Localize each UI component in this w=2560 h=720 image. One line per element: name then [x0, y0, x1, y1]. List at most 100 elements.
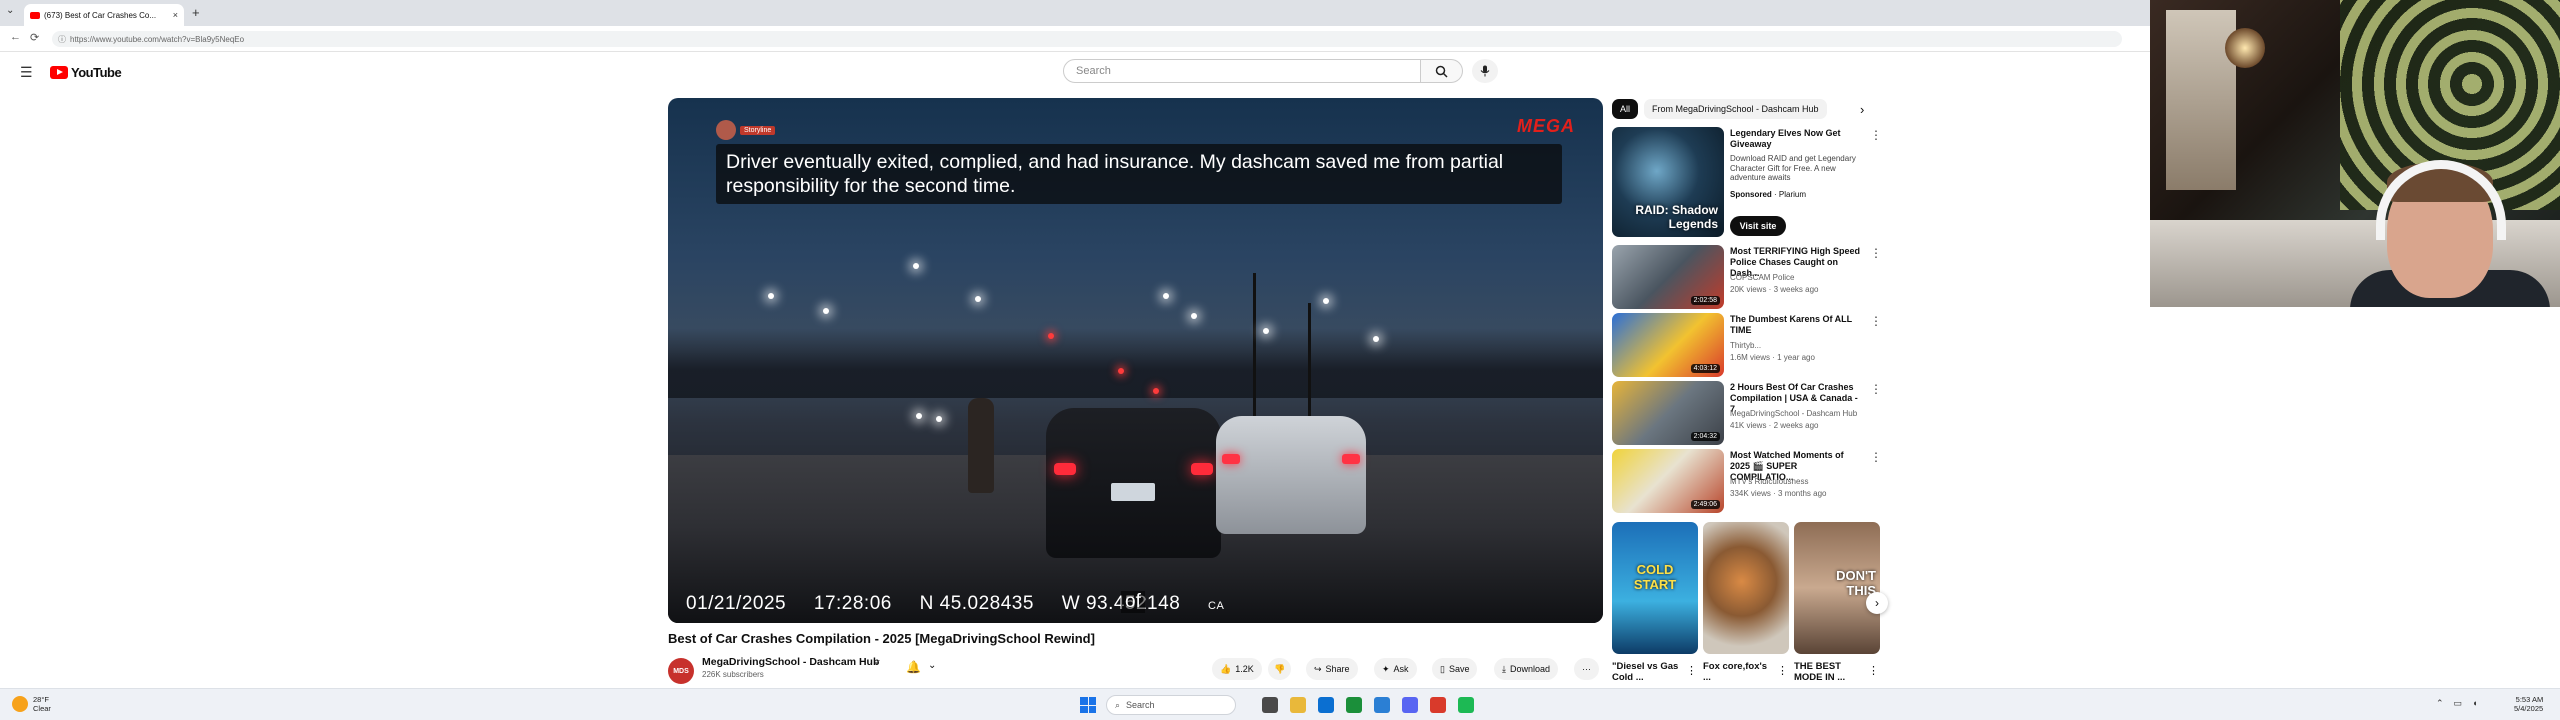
more-vertical-icon[interactable]: ⋮ [1686, 664, 1697, 677]
short-title[interactable]: Fox core,fox's ... [1703, 661, 1773, 683]
recommendation-channel[interactable]: MTV's Ridiculousness [1730, 477, 1808, 486]
taskbar: 28°F Clear ⌕ Search ⌃ ▭ ◖ 5:53 AM 5/4/20… [0, 688, 2560, 720]
more-vertical-icon[interactable]: ⋮ [1870, 246, 1882, 260]
weather-widget[interactable]: 28°F Clear [12, 695, 51, 713]
volume-icon[interactable]: ◖ [2472, 698, 2477, 709]
menu-icon[interactable]: ☰ [20, 64, 33, 81]
recommendation-meta: 1.6M views · 1 year ago [1730, 353, 1815, 362]
recommendation-channel[interactable]: Thirtyb... [1730, 341, 1761, 350]
store-icon[interactable] [1374, 697, 1390, 713]
tab-close-icon[interactable]: × [173, 10, 178, 20]
chevron-up-icon[interactable]: ⌃ [2436, 698, 2444, 709]
video-scene-light [1163, 293, 1169, 299]
tab-dropdown-icon[interactable]: ⌄ [6, 5, 14, 16]
more-vertical-icon[interactable]: ⋮ [1870, 314, 1882, 328]
more-vertical-icon[interactable]: ⋮ [1777, 664, 1788, 677]
sparkle-icon: ✦ [1382, 663, 1390, 674]
url-field[interactable]: ⓘ https://www.youtube.com/watch?v=Bla9y5… [52, 31, 2122, 47]
more-vertical-icon[interactable]: ⋮ [1868, 664, 1879, 677]
video-scene-trees [668, 328, 1603, 398]
task-view-icon[interactable] [1262, 697, 1278, 713]
download-button[interactable]: ⤓ Download [1494, 658, 1559, 680]
thumbs-up-icon: 👍 [1220, 663, 1232, 674]
shorts-next-button[interactable]: › [1866, 592, 1888, 614]
recommendation-channel[interactable]: MegaDrivingSchool - Dashcam Hub [1730, 409, 1857, 418]
recommendation-channel[interactable]: COPSCAM Police [1730, 273, 1794, 282]
windows-start-icon[interactable] [1080, 697, 1096, 713]
download-icon: ⤓ [1502, 663, 1506, 674]
channel-avatar[interactable]: MDS [668, 658, 694, 684]
visit-site-button[interactable]: Visit site [1730, 216, 1786, 236]
network-icon[interactable]: ▭ [2454, 698, 2463, 709]
discord-icon[interactable] [1402, 697, 1418, 713]
share-button[interactable]: ↪ Share [1306, 658, 1358, 680]
back-icon[interactable]: ← [10, 31, 21, 43]
duration-badge: 2:04:32 [1690, 432, 1720, 441]
chrome-icon[interactable] [1346, 697, 1362, 713]
reload-icon[interactable]: ⟳ [30, 31, 39, 44]
video-scene-traffic-light [1153, 388, 1159, 394]
more-vertical-icon[interactable]: ⋮ [1870, 450, 1882, 464]
spotify-icon[interactable] [1458, 697, 1474, 713]
save-button[interactable]: ▯ Save [1432, 658, 1478, 680]
tab-title: (673) Best of Car Crashes Co... [44, 10, 157, 20]
channel-name[interactable]: MegaDrivingSchool - Dashcam Hub [702, 656, 879, 668]
recommendation-thumbnail[interactable]: 4:03:12 [1612, 313, 1724, 377]
taskbar-search[interactable]: ⌕ Search [1106, 695, 1236, 715]
short-title[interactable]: "Diesel vs Gas Cold ... [1612, 661, 1682, 683]
more-actions-button[interactable]: ··· [1574, 658, 1599, 680]
chip-from-channel[interactable]: From MegaDrivingSchool - Dashcam Hub [1644, 99, 1827, 119]
video-scene-police-car [1046, 408, 1221, 558]
youtube-logo[interactable]: YouTube [50, 65, 122, 80]
more-vertical-icon[interactable]: ⋮ [1870, 382, 1882, 396]
edge-icon[interactable] [1318, 697, 1334, 713]
short-thumbnail[interactable]: COLD START [1612, 522, 1698, 654]
search-placeholder: Search [1076, 65, 1111, 77]
search-icon [1435, 65, 1448, 78]
video-scene-white-suv [1216, 416, 1366, 534]
ad-title[interactable]: Legendary Elves Now Get Giveaway [1730, 128, 1860, 150]
taillight [1054, 463, 1076, 475]
search-input[interactable]: Search [1063, 59, 1421, 83]
chip-all[interactable]: All [1612, 99, 1639, 119]
recommendation-thumbnail[interactable]: 2:49:06 [1612, 449, 1724, 513]
video-scene-person [968, 398, 994, 493]
share-label: Share [1325, 664, 1350, 674]
notification-bell-icon[interactable]: 🔔 [906, 660, 921, 674]
weather-desc: Clear [33, 704, 51, 713]
short-thumbnail[interactable] [1703, 522, 1789, 654]
webcam-overlay [2150, 0, 2560, 307]
new-tab-button[interactable]: + [192, 5, 200, 20]
recommendation-meta: 41K views · 2 weeks ago [1730, 421, 1819, 430]
more-vertical-icon[interactable]: ⋮ [1870, 128, 1882, 142]
browser-tab-youtube[interactable]: (673) Best of Car Crashes Co... × [24, 4, 184, 26]
short-title[interactable]: THE BEST MODE IN ... [1794, 661, 1864, 683]
ad-thumbnail[interactable]: RAID: Shadow Legends [1612, 127, 1724, 237]
youtube-play-icon [50, 66, 68, 79]
site-info-icon[interactable]: ⓘ [58, 34, 66, 45]
recommendation-title[interactable]: The Dumbest Karens Of ALL TIME [1730, 314, 1860, 336]
taskbar-clock[interactable]: 5:53 AM 5/4/2025 [2514, 695, 2543, 713]
file-explorer-icon[interactable] [1290, 697, 1306, 713]
like-button[interactable]: 👍 1.2K [1212, 658, 1262, 680]
video-scene-traffic-light [1048, 333, 1054, 339]
search-button[interactable] [1421, 59, 1463, 83]
storyline-label: Storyline [740, 125, 776, 135]
weather-temp: 28°F [33, 695, 49, 704]
dislike-button[interactable]: 👎 [1268, 658, 1292, 680]
video-player[interactable]: Storyline MEGA Driver eventually exited,… [668, 98, 1603, 623]
voice-search-button[interactable] [1472, 59, 1498, 83]
app-icon[interactable] [1430, 697, 1446, 713]
youtube-header: ☰ YouTube Search [0, 56, 2150, 86]
stamp-latitude: N 45.028435 [919, 593, 1034, 614]
webcam-window [2166, 10, 2236, 190]
short-thumbnail[interactable]: DON'T THIS [1794, 522, 1880, 654]
recommendation-thumbnail[interactable]: 2:02:58 [1612, 245, 1724, 309]
youtube-favicon-icon [30, 11, 40, 19]
system-tray[interactable]: ⌃ ▭ ◖ [2436, 698, 2478, 709]
ask-button[interactable]: ✦ Ask [1374, 658, 1417, 680]
chevron-right-icon[interactable]: › [1860, 102, 1864, 117]
license-plate [1111, 483, 1155, 501]
chevron-down-icon[interactable]: ⌄ [928, 660, 936, 671]
recommendation-thumbnail[interactable]: 2:04:32 [1612, 381, 1724, 445]
